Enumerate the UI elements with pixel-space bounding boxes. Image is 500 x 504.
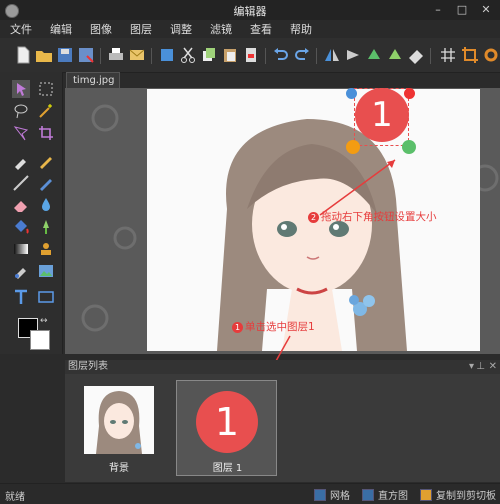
annotation-step-1-badge: 1: [232, 321, 243, 333]
copy-to-clipboard-button[interactable]: 复制到剪切板: [420, 487, 496, 502]
window-title: 编辑器: [233, 5, 267, 18]
background-color-swatch[interactable]: [30, 330, 50, 350]
layers-panel-title: 图层列表: [68, 361, 108, 372]
stamp-icon[interactable]: [37, 240, 55, 258]
undo-icon[interactable]: [272, 46, 290, 64]
image-insert-icon[interactable]: [37, 262, 55, 280]
flip-vertical-icon[interactable]: [344, 46, 362, 64]
layers-panel: 背景 1 图层 1: [65, 374, 500, 482]
crop-tool-icon[interactable]: [37, 124, 55, 142]
menu-help[interactable]: 帮助: [290, 21, 312, 37]
minimize-button[interactable]: –: [430, 2, 446, 17]
clipboard-icon[interactable]: [242, 46, 260, 64]
layers-panel-header: 图层列表 ▾ ⊥ ✕: [65, 360, 500, 374]
menu-adjust[interactable]: 调整: [170, 21, 192, 37]
overlay-rotate-handle-icon[interactable]: [346, 140, 360, 154]
maximize-button[interactable]: □: [454, 2, 470, 17]
paste-icon[interactable]: [221, 46, 239, 64]
settings-icon[interactable]: [482, 46, 500, 64]
panel-pin-icon[interactable]: ⊥: [476, 360, 485, 374]
menu-bar: 文件 编辑 图像 图层 调整 滤镜 查看 帮助: [0, 20, 500, 38]
copy-to-clipboard-icon: [420, 488, 432, 501]
title-bar: 编辑器 – □ ✕: [0, 0, 500, 20]
menu-view[interactable]: 查看: [250, 21, 272, 37]
layer-thumb-background[interactable]: [84, 386, 154, 454]
annotation-step-2-text: 拖动右下角按钮设置大小: [321, 211, 437, 223]
new-file-icon[interactable]: [14, 46, 32, 64]
annotation-step-2: 2 拖动右下角按钮设置大小: [308, 209, 437, 224]
print-icon[interactable]: [107, 46, 125, 64]
save-as-icon[interactable]: [77, 46, 95, 64]
copy-window-icon[interactable]: [158, 46, 176, 64]
rect-select-icon[interactable]: [37, 80, 55, 98]
main-toolbar: [0, 38, 500, 73]
grid-icon[interactable]: [439, 46, 457, 64]
lasso-icon[interactable]: [12, 102, 30, 120]
panel-close-icon[interactable]: ✕: [489, 360, 497, 374]
copy-icon[interactable]: [200, 46, 218, 64]
swap-colors-icon[interactable]: ↔: [40, 316, 48, 326]
move-tool-icon[interactable]: [12, 80, 30, 98]
gradient-icon[interactable]: [12, 240, 30, 258]
grid-toggle-icon: [314, 488, 326, 501]
open-folder-icon[interactable]: [35, 46, 53, 64]
save-icon[interactable]: [56, 46, 74, 64]
grid-toggle-label: 网格: [330, 491, 350, 502]
smudge-icon[interactable]: [12, 262, 30, 280]
drop-blur-icon[interactable]: [37, 196, 55, 214]
overlay-menu-handle-icon[interactable]: [346, 88, 357, 99]
status-text: 就绪: [5, 492, 25, 503]
annotation-step-1: 1 单击选中图层1: [232, 319, 315, 334]
menu-file[interactable]: 文件: [10, 21, 32, 37]
histogram-icon: [362, 488, 374, 501]
layer1-red-circle: 1: [355, 88, 409, 142]
resize-icon[interactable]: [407, 46, 425, 64]
copy-to-clipboard-label: 复制到剪切板: [436, 491, 496, 502]
overlay-resize-handle-icon[interactable]: [402, 140, 416, 154]
layer-label-background: 背景: [109, 463, 129, 474]
canvas-area[interactable]: 1 2 拖动右下角按钮设置大小 1 单击选中图层1: [65, 88, 500, 354]
eraser-icon[interactable]: [12, 196, 30, 214]
overlay-close-handle-icon[interactable]: [404, 88, 415, 99]
close-button[interactable]: ✕: [478, 2, 494, 17]
layer-thumb-layer1: 1: [196, 391, 258, 453]
text-tool-icon[interactable]: [12, 288, 30, 306]
document-tab[interactable]: timg.jpg *: [66, 72, 120, 102]
eyedropper-icon[interactable]: [12, 152, 30, 170]
menu-layer[interactable]: 图层: [130, 21, 152, 37]
histogram-label: 直方图: [378, 491, 408, 502]
flip-horizontal-icon[interactable]: [323, 46, 341, 64]
menu-filter[interactable]: 滤镜: [210, 21, 232, 37]
brush-icon[interactable]: [37, 174, 55, 192]
email-icon[interactable]: [128, 46, 146, 64]
rotate-left-icon[interactable]: [365, 46, 383, 64]
rectangle-tool-icon[interactable]: [37, 288, 55, 306]
magic-wand-icon[interactable]: [37, 102, 55, 120]
annotation-step-1-text: 单击选中图层1: [245, 321, 315, 333]
tools-panel: ↔: [0, 72, 63, 354]
redo-icon[interactable]: [293, 46, 311, 64]
free-select-icon[interactable]: [12, 124, 30, 142]
rotate-right-icon[interactable]: [386, 46, 404, 64]
cut-icon[interactable]: [179, 46, 197, 64]
layer-label-layer1: 图层 1: [212, 463, 243, 474]
pencil-icon[interactable]: [37, 152, 55, 170]
status-bar: 就绪 网格 直方图 复制到剪切板: [0, 483, 500, 504]
layer-item-layer1[interactable]: 1 图层 1: [176, 380, 277, 476]
histogram-toggle[interactable]: 直方图: [362, 487, 408, 502]
layer1-overlay[interactable]: 1: [354, 88, 409, 146]
line-tool-icon[interactable]: [12, 174, 30, 192]
crop-icon[interactable]: [461, 46, 479, 64]
sharpen-icon[interactable]: [37, 218, 55, 236]
menu-image[interactable]: 图像: [90, 21, 112, 37]
menu-edit[interactable]: 编辑: [50, 21, 72, 37]
panel-dropdown-icon[interactable]: ▾: [469, 360, 474, 374]
annotation-step-2-badge: 2: [308, 211, 319, 223]
paint-bucket-icon[interactable]: [12, 218, 30, 236]
grid-toggle[interactable]: 网格: [314, 487, 350, 502]
